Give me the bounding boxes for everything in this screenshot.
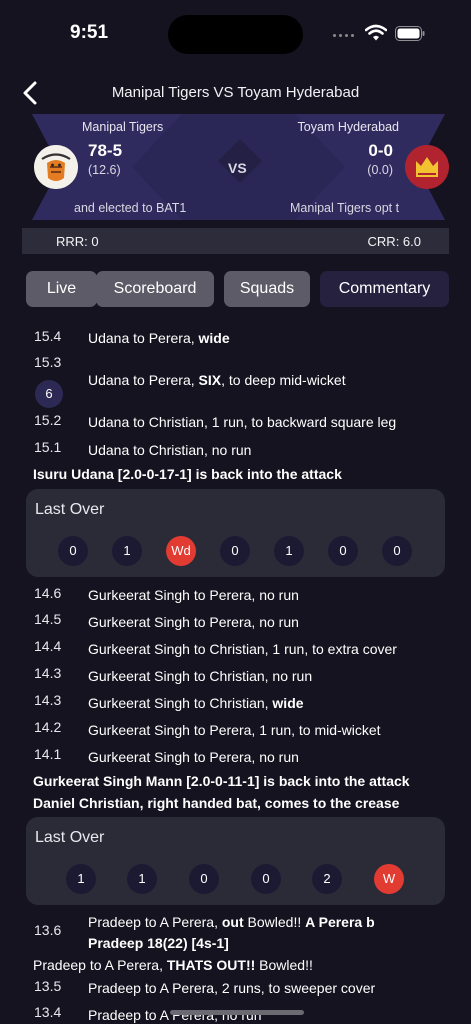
ball-commentary: Gurkeerat Singh to Perera, no run (88, 614, 299, 630)
last-over-ball: 0 (328, 536, 358, 566)
last-over-ball: 0 (251, 864, 281, 894)
match-banner: Manipal Tigers 78-5 (12.6) and elected t… (32, 114, 449, 220)
ball-commentary: Gurkeerat Singh to Perera, no run (88, 749, 299, 765)
team-left-score: 78-5 (88, 141, 123, 160)
ball-number: 15.3 (34, 354, 62, 370)
last-over-ball: 1 (274, 536, 304, 566)
ball-number: 13.6 (34, 922, 62, 938)
page-title: Manipal Tigers VS Toyam Hyderabad (111, 84, 360, 101)
tab-scoreboard[interactable]: Scoreboard (96, 271, 214, 307)
tab-commentary[interactable]: Commentary (320, 271, 449, 307)
ball-number: 14.1 (34, 746, 62, 762)
ball-commentary: Pradeep to A Perera, out Bowled!! A Pere… (88, 914, 375, 930)
last-over-ball-wide: Wd (166, 536, 196, 566)
ball-commentary: Pradeep to A Perera, 2 runs, to sweeper … (88, 980, 376, 996)
last-over-ball: 1 (66, 864, 96, 894)
ball-commentary: Udana to Perera, wide (88, 330, 230, 346)
status-bar: 9:51 (0, 0, 471, 60)
ball-commentary: Gurkeerat Singh to Perera, 1 run, to mid… (88, 722, 381, 738)
manipal-tigers-logo (34, 145, 78, 189)
team-right-overs: (0.0) (367, 163, 393, 177)
tab-squads[interactable]: Squads (224, 271, 310, 307)
team-right-name: Toyam Hyderabad (297, 120, 399, 134)
status-time: 9:51 (70, 22, 109, 43)
wifi-icon (365, 24, 387, 41)
wicket-note: Pradeep to A Perera, THATS OUT!! Bowled!… (33, 957, 313, 973)
last-over-card: Last Over 0 1 Wd 0 1 0 0 (26, 489, 445, 577)
ball-number: 14.5 (34, 611, 62, 627)
cellular-signal-icon (333, 34, 354, 37)
ball-commentary: Udana to Perera, SIX, to deep mid-wicket (88, 372, 346, 388)
last-over-ball: 2 (312, 864, 342, 894)
six-badge: 6 (35, 380, 63, 408)
last-over-card: Last Over 1 1 0 0 2 W (26, 817, 445, 905)
ball-commentary: Udana to Christian, no run (88, 442, 252, 458)
ball-number: 14.4 (34, 638, 62, 654)
home-indicator[interactable] (170, 1010, 304, 1015)
ball-number: 14.3 (34, 692, 62, 708)
battery-icon (395, 26, 425, 41)
last-over-ball: 1 (112, 536, 142, 566)
last-over-title: Last Over (35, 829, 105, 846)
team-left-name: Manipal Tigers (82, 120, 164, 134)
team-right-score: 0-0 (368, 141, 393, 160)
ball-number: 14.6 (34, 585, 62, 601)
current-run-rate: CRR: 6.0 (367, 234, 421, 249)
ball-number: 14.2 (34, 719, 62, 735)
bowler-back-note: Isuru Udana [2.0-0-17-1] is back into th… (33, 466, 342, 482)
required-run-rate: RRR: 0 (56, 234, 99, 249)
ball-commentary: Udana to Christian, 1 run, to backward s… (88, 414, 397, 430)
ball-number: 13.5 (34, 978, 62, 994)
run-rate-bar: RRR: 0 CRR: 6.0 (22, 228, 449, 254)
ball-commentary: Gurkeerat Singh to Christian, 1 run, to … (88, 641, 397, 657)
dynamic-island (168, 15, 303, 54)
ball-commentary-cont: Pradeep 18(22) [4s-1] (88, 935, 229, 951)
nav-header: Manipal Tigers VS Toyam Hyderabad (0, 72, 471, 112)
team-left-note: and elected to BAT1 (74, 201, 187, 215)
new-batsman-note: Daniel Christian, right handed bat, come… (33, 795, 400, 811)
bowler-back-note: Gurkeerat Singh Mann [2.0-0-11-1] is bac… (33, 773, 410, 789)
team-left-overs: (12.6) (88, 163, 121, 177)
last-over-title: Last Over (35, 501, 105, 518)
ball-number: 15.4 (34, 328, 62, 344)
team-right-note: Manipal Tigers opt t (290, 201, 399, 215)
ball-number: 14.3 (34, 665, 62, 681)
tab-live[interactable]: Live (26, 271, 97, 307)
toyam-hyderabad-logo (405, 145, 449, 189)
last-over-ball-wicket: W (374, 864, 404, 894)
last-over-ball: 0 (58, 536, 88, 566)
vs-label: VS (228, 160, 247, 176)
ball-number: 15.1 (34, 439, 62, 455)
ball-number: 15.2 (34, 412, 62, 428)
ball-commentary: Gurkeerat Singh to Christian, no run (88, 668, 313, 684)
ball-number: 13.4 (34, 1004, 62, 1020)
last-over-ball: 0 (189, 864, 219, 894)
last-over-ball: 0 (382, 536, 412, 566)
ball-commentary: Gurkeerat Singh to Christian, wide (88, 695, 304, 711)
last-over-ball: 1 (127, 864, 157, 894)
last-over-ball: 0 (220, 536, 250, 566)
ball-commentary: Gurkeerat Singh to Perera, no run (88, 587, 299, 603)
